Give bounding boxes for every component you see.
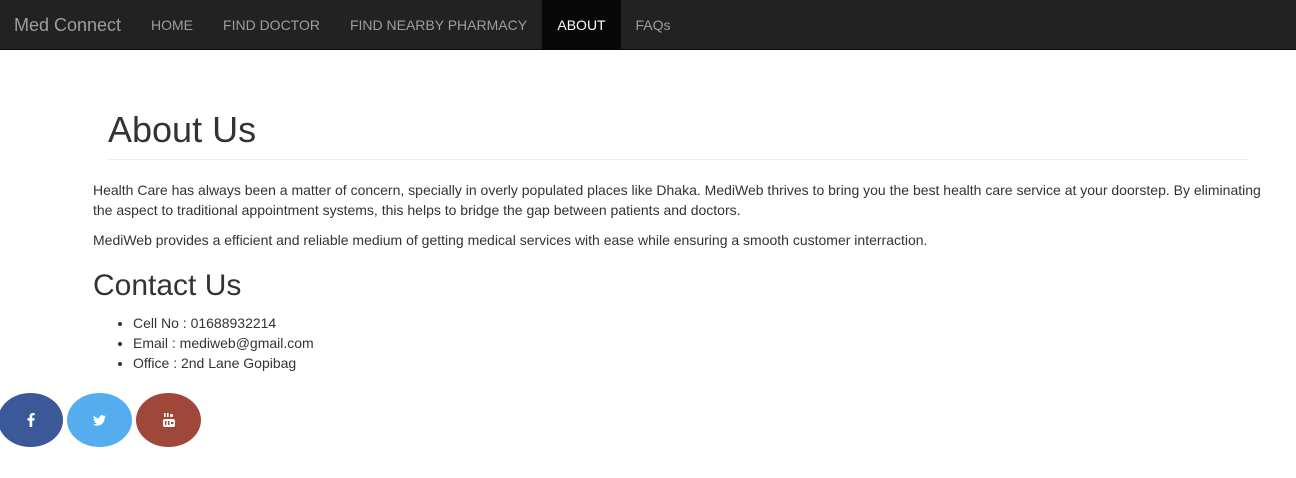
facebook-button[interactable]	[0, 393, 63, 447]
twitter-button[interactable]	[67, 393, 132, 447]
top-navbar: Med Connect HOME FIND DOCTOR FIND NEARBY…	[0, 0, 1296, 50]
nav-faqs[interactable]: FAQs	[621, 0, 685, 50]
brand-link[interactable]: Med Connect	[14, 0, 121, 50]
contact-list: Cell No : 01688932214 Email : mediweb@gm…	[93, 313, 314, 373]
contact-office: Office : 2nd Lane Gopibag	[133, 353, 314, 373]
contact-cell: Cell No : 01688932214	[133, 313, 314, 333]
contact-title: Contact Us	[93, 269, 242, 302]
youtube-button[interactable]	[136, 393, 201, 447]
nav-home[interactable]: HOME	[136, 0, 208, 50]
youtube-icon	[162, 413, 175, 427]
about-header: About Us	[108, 108, 1248, 160]
page-title: About Us	[108, 109, 257, 150]
twitter-icon	[93, 414, 106, 426]
nav-find-nearby-pharmacy[interactable]: FIND NEARBY PHARMACY	[335, 0, 542, 50]
nav-about[interactable]: ABOUT	[542, 0, 621, 50]
facebook-icon	[27, 413, 35, 427]
about-paragraph-2: MediWeb provides a efficient and reliabl…	[93, 232, 928, 248]
contact-email: Email : mediweb@gmail.com	[133, 333, 314, 353]
nav-find-doctor[interactable]: FIND DOCTOR	[208, 0, 335, 50]
about-paragraph-1: Health Care has always been a matter of …	[93, 182, 1261, 218]
